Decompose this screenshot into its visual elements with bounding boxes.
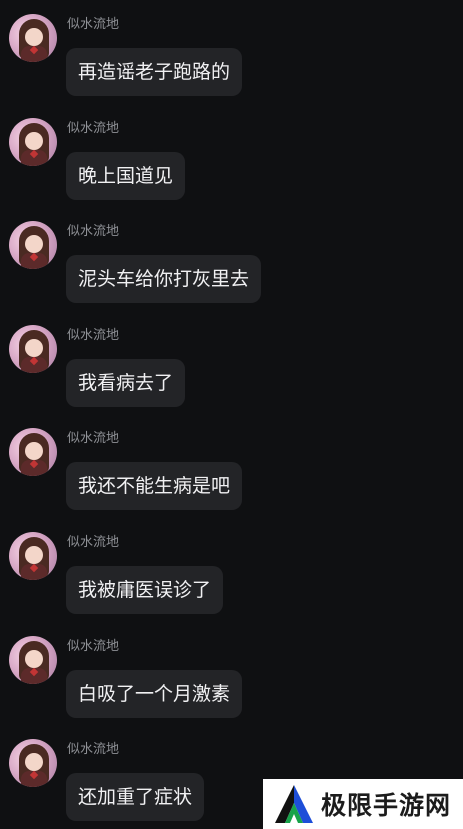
message-bubble[interactable]: 还加重了症状 (66, 773, 205, 821)
sender-avatar[interactable] (9, 118, 57, 166)
sender-avatar[interactable] (9, 221, 57, 269)
message-bubble[interactable]: 晚上国道见 (66, 152, 186, 200)
chat-message: 似水流地 白吸了一个月激素 (0, 622, 463, 726)
sender-avatar[interactable] (9, 532, 57, 580)
sender-name: 似水流地 (67, 639, 120, 654)
chat-message: 似水流地 晚上国道见 (0, 104, 463, 208)
mountain-logo-icon (271, 781, 317, 827)
chat-message: 似水流地 再造谣老子跑路的 (0, 0, 463, 104)
message-bubble[interactable]: 白吸了一个月激素 (66, 670, 243, 718)
sender-avatar[interactable] (9, 14, 57, 62)
chat-message: 似水流地 我还不能生病是吧 (0, 414, 463, 518)
message-bubble[interactable]: 泥头车给你打灰里去 (66, 255, 262, 303)
sender-name: 似水流地 (67, 535, 120, 550)
chat-message: 似水流地 我看病去了 (0, 311, 463, 415)
sender-name: 似水流地 (67, 224, 120, 239)
message-bubble[interactable]: 我看病去了 (66, 359, 186, 407)
sender-name: 似水流地 (67, 328, 120, 343)
sender-avatar[interactable] (9, 739, 57, 787)
sender-avatar[interactable] (9, 428, 57, 476)
sender-name: 似水流地 (67, 742, 120, 757)
site-watermark: 极限手游网 (263, 779, 463, 829)
chat-message: 似水流地 我被庸医误诊了 (0, 518, 463, 622)
sender-name: 似水流地 (67, 17, 120, 32)
chat-message: 似水流地 泥头车给你打灰里去 (0, 207, 463, 311)
sender-avatar[interactable] (9, 325, 57, 373)
sender-avatar[interactable] (9, 636, 57, 684)
message-bubble[interactable]: 我被庸医误诊了 (66, 566, 224, 614)
message-bubble[interactable]: 再造谣老子跑路的 (66, 48, 243, 96)
sender-name: 似水流地 (67, 431, 120, 446)
sender-name: 似水流地 (67, 121, 120, 136)
message-bubble[interactable]: 我还不能生病是吧 (66, 462, 243, 510)
watermark-text: 极限手游网 (321, 791, 452, 820)
chat-screen: 似水流地 再造谣老子跑路的 似水流地 晚上国道见 似水流地 泥头车给你打灰里去 … (0, 0, 463, 829)
